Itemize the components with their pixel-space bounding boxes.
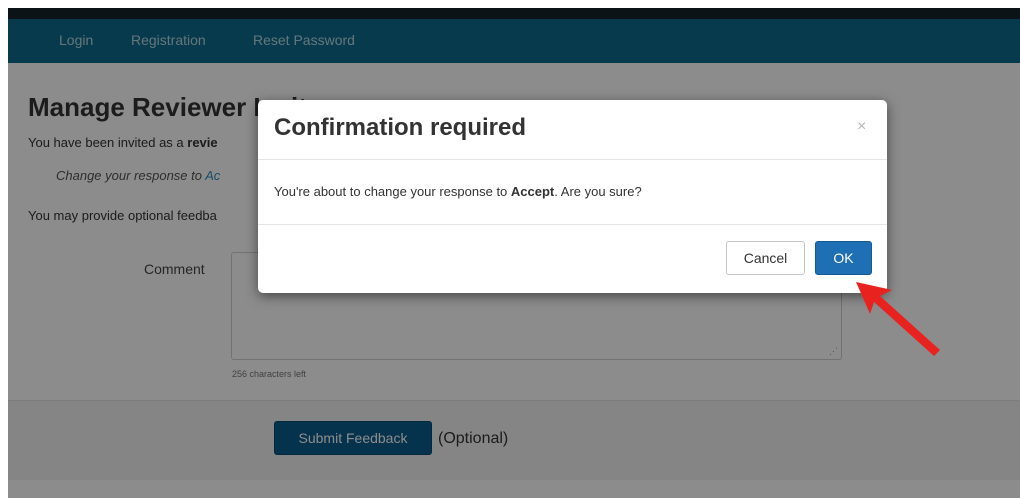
arrow-shape xyxy=(856,282,940,356)
arrow-pointer-icon xyxy=(856,282,940,356)
browser-viewport: Login Registration Reset Password Manage… xyxy=(8,8,1020,498)
